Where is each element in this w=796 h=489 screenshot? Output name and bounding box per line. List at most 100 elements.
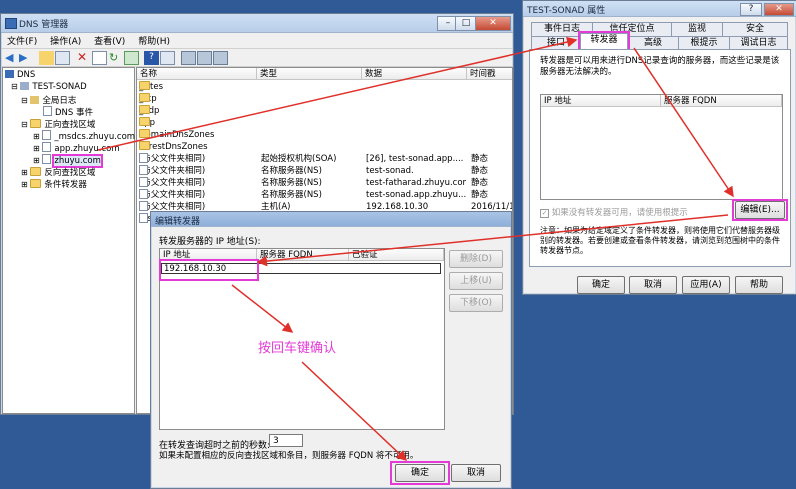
tree-root-dns[interactable]: DNS [5,70,35,80]
close-button[interactable]: ✕ [475,16,511,31]
checkbox-icon: ✓ [540,209,549,218]
table-row[interactable]: (与父文件夹相同) 名称服务器(NS) test-fatharad.zhuyu.co… [137,177,512,189]
server-icon-b[interactable] [197,51,212,65]
event-log-icon [43,106,52,116]
show-hide-tree-icon[interactable] [55,51,70,65]
menu-file[interactable]: 文件(F) [7,37,37,47]
timeout-input[interactable]: 3 [269,434,303,447]
properties-title: TEST-SONAD 属性 [527,6,606,16]
properties-help-button[interactable]: ? [740,3,762,16]
collapse-icon[interactable]: ⊟ [11,82,18,91]
dns-window-title: DNS 管理器 [19,20,69,30]
dns-icon [5,70,14,78]
col-name[interactable]: 名称 [137,68,257,80]
tree-zone-app[interactable]: ⊞ app.zhuyu.com [33,142,120,154]
tab-security[interactable]: 安全 [722,22,788,36]
cell-ts: 静态 [471,178,489,188]
forwarders-description: 转发器是可以用来进行DNS记录查询的服务器，而这些记录是该服务器无法解决的。 [540,56,780,77]
record-icon [139,153,148,163]
properties-icon[interactable] [92,51,107,65]
tree-reverse-zones[interactable]: ⊞ 反向查找区域 [21,166,95,178]
export-icon[interactable] [124,51,139,65]
tree-forward-zones[interactable]: ⊟ 正向查找区域 [21,118,95,130]
forwarders-list: IP 地址 服务器 FQDN [540,94,783,200]
cell-ts: 静态 [471,166,489,176]
edit-forwarders-titlebar[interactable]: 编辑转发器 [151,212,511,227]
col-fqdn[interactable]: 服务器 FQDN [257,249,349,261]
fqdn-note: 如果未配置相应的反向查找区域和条目，则服务器 FQDN 将不可用。 [159,451,419,461]
cancel-button[interactable]: 取消 [629,276,677,294]
cell-data: test-fatharad.zhuyu.com. [366,178,466,188]
cell-name: _tcp [139,93,255,105]
menu-bar: 文件(F) 操作(A) 查看(V) 帮助(H) [7,34,180,47]
view-icon[interactable] [160,51,175,65]
cell-data: [26], test-sonad.app.... [366,154,464,164]
menu-view[interactable]: 查看(V) [94,37,125,47]
menu-help[interactable]: 帮助(H) [138,37,170,47]
col-type[interactable]: 类型 [257,68,362,80]
properties-titlebar[interactable]: TEST-SONAD 属性 ? ✕ [523,1,796,17]
record-icon [139,201,148,211]
delete-button[interactable]: 删除(D) [449,250,503,268]
cell-name: (与父文件夹相同) [139,165,206,176]
forward-icon[interactable]: ▶ [18,51,33,65]
col-validated[interactable]: 已验证 [349,249,444,261]
logs-icon [30,96,40,104]
table-row[interactable]: _tcp [137,93,512,105]
move-down-button[interactable]: 下移(O) [449,294,503,312]
tab-root-hints[interactable]: 根提示 [678,36,730,50]
cell-name: _udp [139,105,255,117]
tree-zone-zhuyu[interactable]: ⊞ zhuyu.com [33,154,103,168]
table-row[interactable]: app [137,117,512,129]
table-row[interactable]: ForestDnsZones [137,141,512,153]
delete-icon[interactable]: ✕ [76,51,91,65]
tree-server[interactable]: ⊟ TEST-SONAD [11,82,87,92]
folder-icon [30,179,42,188]
help-button[interactable]: 帮助 [735,276,783,294]
cell-type: 起始授权机构(SOA) [261,154,337,164]
dns-titlebar[interactable]: DNS 管理器 – □ ✕ [1,14,513,33]
properties-close-button[interactable]: ✕ [764,3,794,16]
folder-icon [139,129,150,138]
ok-button[interactable]: 确定 [577,276,625,294]
up-folder-icon[interactable] [39,51,54,65]
cell-data: test-sonad.app.zhuyu.... [366,190,466,200]
maximize-button[interactable]: □ [455,16,477,31]
record-icon [139,213,148,223]
table-row[interactable]: DomainDnsZones [137,129,512,141]
apply-button[interactable]: 应用(A) [682,276,730,294]
tab-monitoring[interactable]: 监视 [671,22,723,36]
tab-advanced[interactable]: 高级 [627,36,679,50]
tab-debug-logging[interactable]: 调试日志 [729,36,788,50]
col-data[interactable]: 数据 [362,68,467,80]
cell-name: DomainDnsZones [139,129,215,140]
help-icon[interactable]: ? [144,51,159,65]
zone-icon [42,154,52,164]
folder-icon [30,167,42,176]
cell-name: _sites [139,81,164,92]
back-icon[interactable]: ◀ [4,51,19,65]
tab-interfaces[interactable]: 接口 [531,36,581,50]
menu-action[interactable]: 操作(A) [50,37,81,47]
cell-name: ForestDnsZones [139,141,208,152]
col-timestamp[interactable]: 时间戳 [467,68,512,80]
use-root-hints-checkbox[interactable]: ✓ 如果没有转发器可用，请使用根提示 [540,206,688,218]
table-row[interactable]: (与父文件夹相同) 名称服务器(NS) test-sonad.app.zhuyu..… [137,189,512,201]
table-row[interactable]: (与父文件夹相同) 名称服务器(NS) test-sonad. 静态 [137,165,512,177]
table-row[interactable]: _udp [137,105,512,117]
tree-zone-msdcs[interactable]: ⊞ _msdcs.zhuyu.com [33,130,135,142]
cancel-button[interactable]: 取消 [451,464,501,482]
tree-dns-events[interactable]: DNS 事件 [43,106,93,118]
col-fqdn[interactable]: 服务器 FQDN [661,95,782,107]
server-icon-c[interactable] [213,51,228,65]
server-icon-a[interactable] [181,51,196,65]
refresh-icon[interactable]: ↻ [108,51,123,65]
move-up-button[interactable]: 上移(U) [449,272,503,290]
tree-conditional-forwarders[interactable]: ⊞ 条件转发器 [21,178,87,190]
table-row[interactable]: (与父文件夹相同) 起始授权机构(SOA) [26], test-sonad.app… [137,153,512,165]
ok-button-highlight [390,461,450,485]
col-ip[interactable]: IP 地址 [541,95,661,107]
tree-global-logs[interactable]: ⊟ 全局日志 [21,94,76,106]
table-row[interactable]: _sites [137,81,512,93]
folder-icon [139,81,150,90]
